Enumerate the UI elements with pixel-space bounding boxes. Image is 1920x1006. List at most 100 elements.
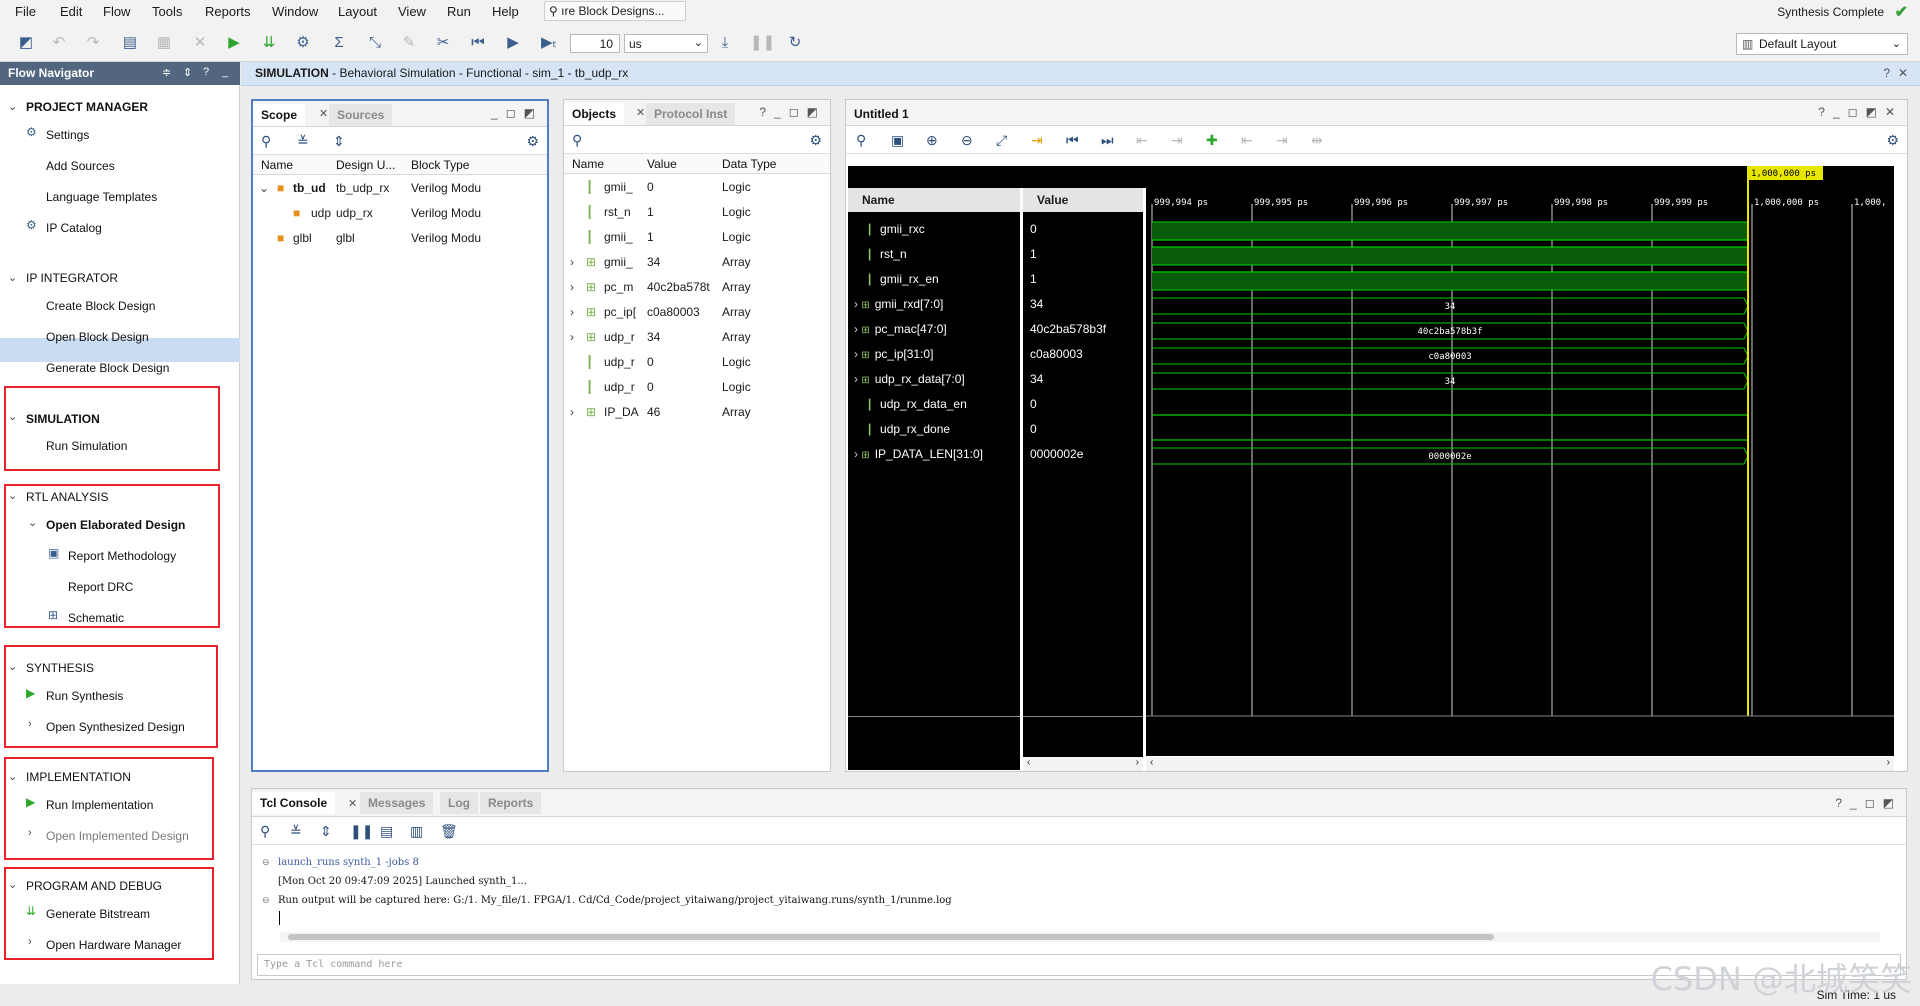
menu-layout[interactable]: Layout [338,4,377,19]
menu-view[interactable]: View [398,4,426,19]
time-unit-select[interactable]: us ⌄ [624,34,708,53]
sigma-icon[interactable]: Σ [330,34,348,52]
menu-reports[interactable]: Reports [205,4,251,19]
section-rtl-analysis[interactable]: RTL ANALYSIS [26,490,108,504]
chevron-right-icon[interactable]: › [854,297,858,311]
table-row[interactable]: ┃ udp_r 0 Logic [564,375,830,400]
tab-tcl-console[interactable]: Tcl Console [252,792,336,814]
menu-file[interactable]: File [15,4,36,19]
chevron-down-icon[interactable]: ⌄ [28,516,37,529]
previous-marker-icon[interactable]: ⇤ [1241,132,1253,149]
waveform-svg[interactable]: 999,994 ps 999,995 ps 999,996 ps 999,997 ps… [1146,166,1894,756]
column-name[interactable]: Name [261,158,293,172]
open-project-icon[interactable]: ◩ [17,34,35,52]
menu-run[interactable]: Run [447,4,471,19]
go-to-last-time-icon[interactable]: ⏭ [1101,132,1114,149]
wave-signal-name[interactable]: ┃ gmii_rxc [860,222,925,236]
settings-gear-icon[interactable]: ⚙ [294,34,312,52]
columns-icon[interactable]: ▥ [410,823,423,840]
layout-select[interactable]: ▥ Default Layout ⌄ [1736,33,1908,55]
objects-scrollbar[interactable] [816,154,828,769]
wave-signal-name[interactable]: ┃ gmii_rx_en [860,272,939,286]
nav-run-implementation[interactable]: Run Implementation [46,798,153,812]
go-to-cursor-icon[interactable]: ⇥ [1031,132,1043,149]
table-row[interactable]: › ⊞ IP_DA 46 Array [564,400,830,425]
nav-ip-catalog[interactable]: IP Catalog [46,221,102,235]
table-row[interactable]: ■ glbl glbl Verilog Modu [253,226,547,251]
table-row[interactable]: › ⊞ udp_r 34 Array [564,325,830,350]
nav-open-elaborated-design[interactable]: Open Elaborated Design [46,518,185,532]
search-icon[interactable]: ⚲ [572,132,582,149]
section-synthesis[interactable]: SYNTHESIS [26,661,94,675]
break-icon[interactable]: ❚❚ [750,34,775,52]
chevron-down-icon[interactable]: ⌄ [8,660,17,673]
chevron-right-icon[interactable]: › [854,322,858,336]
wave-signal-name[interactable]: › ⊞ udp_rx_data[7:0] [854,372,965,386]
window-controls[interactable]: _◻◩ [491,106,543,120]
chevron-down-icon[interactable]: ⌄ [8,271,17,284]
close-icon[interactable]: ✕ [636,106,645,119]
nav-generate-bitstream[interactable]: Generate Bitstream [46,907,150,921]
redo-icon[interactable]: ↷ [84,34,102,52]
chevron-right-icon[interactable]: › [1136,757,1139,768]
trash-icon[interactable]: 🗑 [440,823,458,840]
nav-schematic[interactable]: Schematic [68,611,124,625]
zoom-out-icon[interactable]: ⊖ [961,132,973,149]
waveform-canvas[interactable]: 999,994 ps 999,995 ps 999,996 ps 999,997 ps… [1146,166,1894,756]
section-ip-integrator[interactable]: IP INTEGRATOR [26,271,118,285]
fold-icon[interactable]: ⊖ [262,857,270,868]
tab-log[interactable]: Log [440,792,478,814]
scroll-thumb[interactable] [288,934,1494,940]
tab-untitled-1[interactable]: Untitled 1 [846,103,917,125]
chevron-left-icon[interactable]: ‹ [1150,757,1153,768]
swap-cursors-icon[interactable]: ⇹ [1311,132,1323,149]
debug-icon[interactable]: ✎ [400,34,418,52]
gear-icon[interactable]: ⚙ [809,132,822,149]
previous-transition-icon[interactable]: ⇤ [1136,132,1148,149]
menu-flow[interactable]: Flow [103,4,130,19]
copy-icon[interactable]: ▤ [380,823,393,840]
waveform-hscroll[interactable]: ‹ › [1146,757,1894,771]
chevron-right-icon[interactable]: › [570,330,574,344]
column-block-type[interactable]: Block Type [411,158,469,172]
wave-signal-name[interactable]: ┃ rst_n [860,247,907,261]
console-hscroll[interactable] [280,932,1880,942]
section-implementation[interactable]: IMPLEMENTATION [26,770,131,784]
chevron-right-icon[interactable]: › [854,372,858,386]
zoom-in-icon[interactable]: ⊕ [926,132,938,149]
chevron-right-icon[interactable]: › [28,718,32,730]
fold-icon[interactable]: ⊖ [262,895,270,906]
nav-run-simulation[interactable]: Run Simulation [46,439,127,453]
window-controls[interactable]: ?_◻◩ [1835,796,1902,810]
chevron-down-icon[interactable]: ⌄ [8,100,17,113]
column-data-type[interactable]: Data Type [722,157,776,171]
menu-window[interactable]: Window [272,4,318,19]
nav-create-block-design[interactable]: Create Block Design [46,299,155,313]
next-transition-icon[interactable]: ⇥ [1171,132,1183,149]
paste-icon[interactable]: ▦ [155,34,173,52]
gear-icon[interactable]: ⚙ [1886,132,1899,149]
next-marker-icon[interactable]: ⇥ [1276,132,1288,149]
expand-all-icon[interactable]: ⇕ [333,133,345,150]
tab-protocol-instances[interactable]: Protocol Inst [646,103,736,125]
expand-all-icon[interactable]: ⇕ [320,823,332,840]
nav-add-sources[interactable]: Add Sources [46,159,115,173]
delete-icon[interactable]: ✕ [191,34,209,52]
column-value[interactable]: Value [647,157,677,171]
nav-report-drc[interactable]: Report DRC [68,580,133,594]
run-icon[interactable]: ▶ [225,34,243,52]
nav-open-hardware-manager[interactable]: Open Hardware Manager [46,938,181,952]
table-row[interactable]: › ⊞ pc_m 40c2ba578t Array [564,275,830,300]
search-icon[interactable]: ⚲ [856,132,866,149]
table-row[interactable]: ┃ gmii_ 1 Logic [564,225,830,250]
table-row[interactable]: ┃ gmii_ 0 Logic [564,175,830,200]
run-all-icon[interactable]: ▶ [504,34,522,52]
collapse-all-icon[interactable]: ≑ [162,66,171,79]
table-row[interactable]: › ⊞ gmii_ 34 Array [564,250,830,275]
search-icon[interactable]: ⚲ [261,133,271,150]
zoom-fit-icon[interactable]: ⤢ [996,132,1007,149]
close-icon[interactable]: ✕ [319,107,328,120]
wave-signal-name[interactable]: ┃ udp_rx_data_en [860,397,967,411]
chevron-right-icon[interactable]: › [854,347,858,361]
quick-access-search[interactable]: ⚲ ıre Block Designs... [544,1,686,21]
